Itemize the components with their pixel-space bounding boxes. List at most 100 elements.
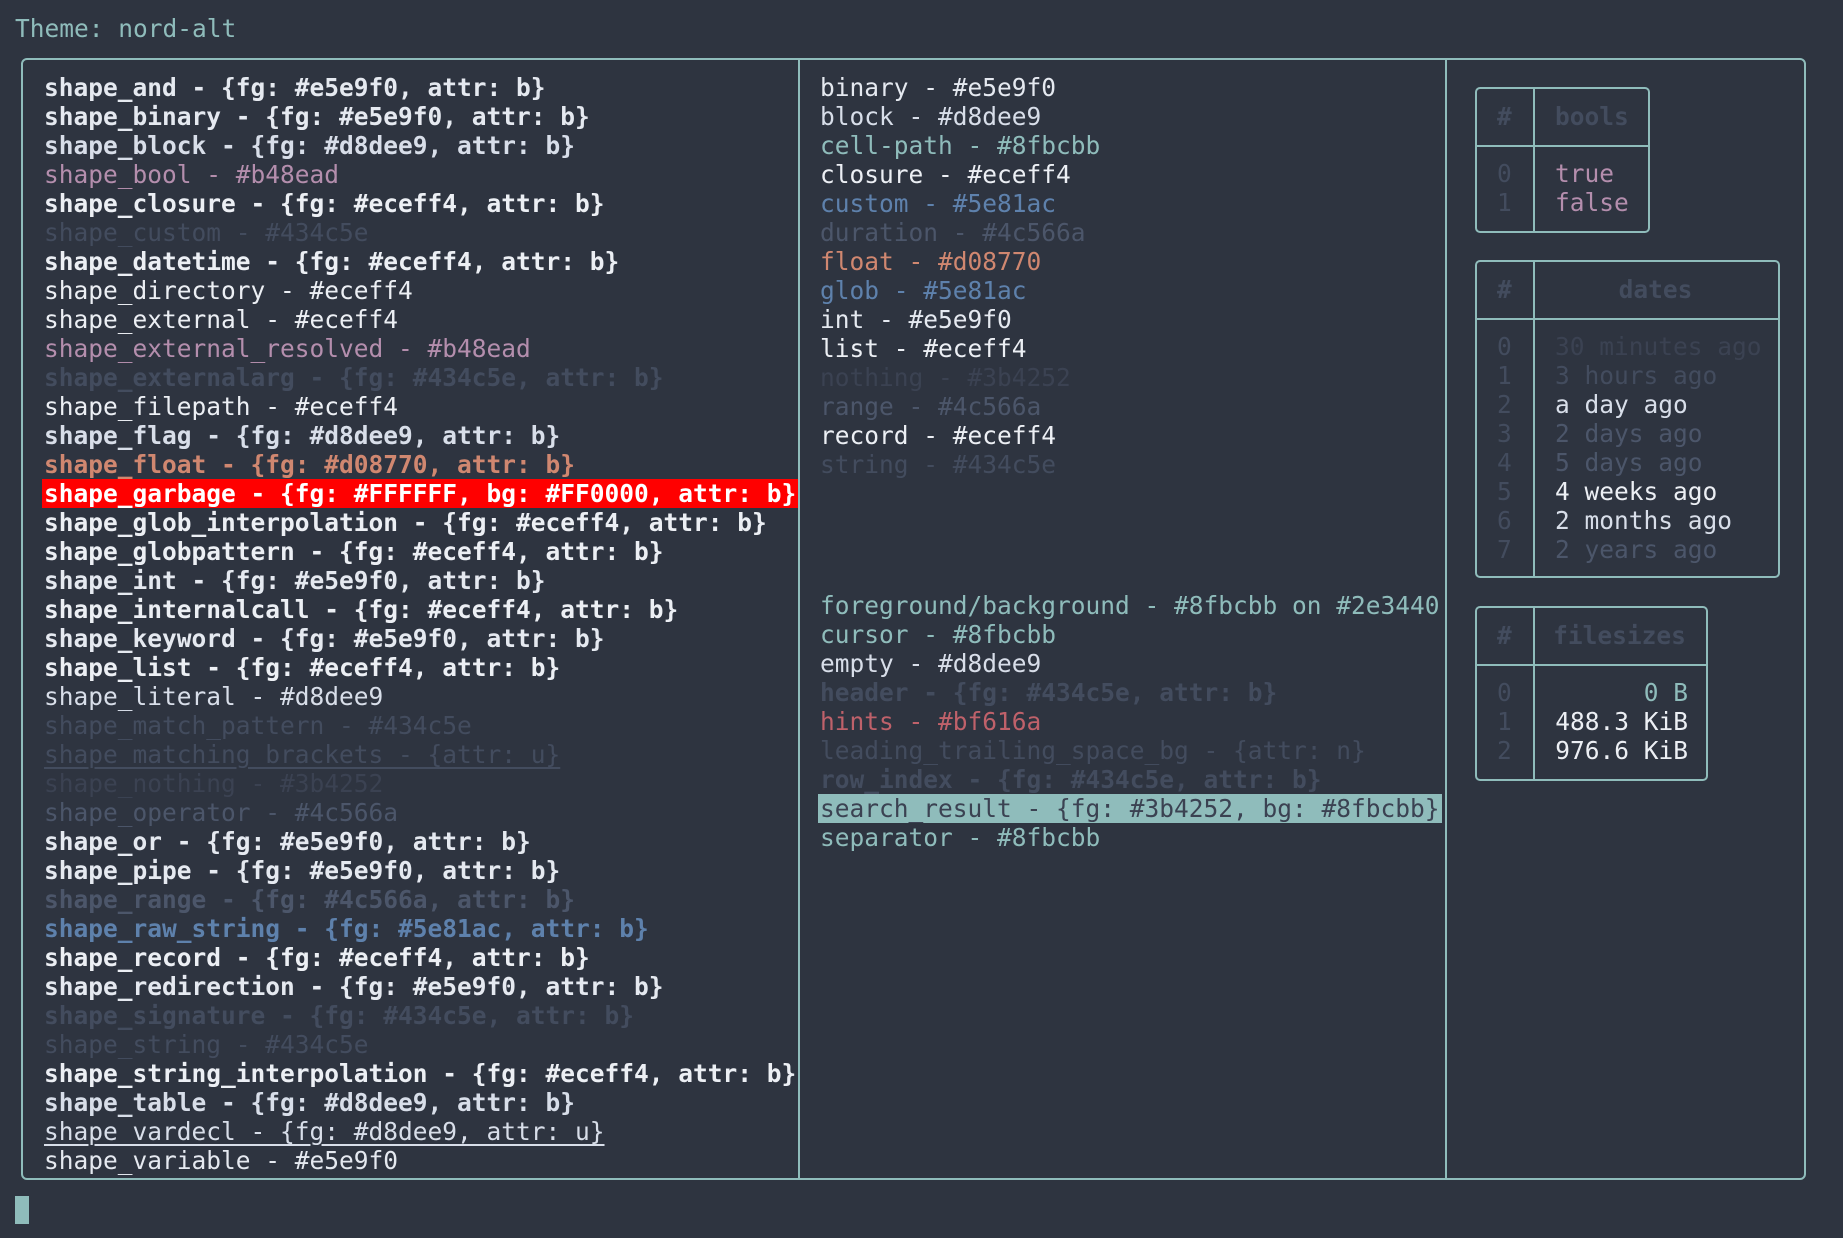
shape-style-item: shape_list - {fg: #eceff4, attr: b} [44,653,798,682]
type-color-item-text: record - #eceff4 [820,421,1057,450]
dates-row-index: 4 [1497,448,1512,477]
ui-color-item-text: foreground/background - #8fbcbb on #2e34… [820,591,1440,620]
shape-style-item: shape_string - #434c5e [44,1030,798,1059]
shape-style-item-text: shape_block - {fg: #d8dee9, attr: b} [44,131,576,160]
shape-style-item: shape_variable - #e5e9f0 [44,1146,798,1175]
ui-colors-list: foreground/background - #8fbcbb on #2e34… [818,591,1442,852]
shape-style-item: shape_closure - {fg: #eceff4, attr: b} [44,189,798,218]
shape-style-item: shape_keyword - {fg: #e5e9f0, attr: b} [44,624,798,653]
shape-style-item: shape_raw_string - {fg: #5e81ac, attr: b… [44,914,798,943]
type-color-item: float - #d08770 [820,247,1100,276]
ui-color-item-text: row_index - {fg: #434c5e, attr: b} [820,765,1322,794]
ui-color-item-text: separator - #8fbcbb [820,823,1101,852]
shape-style-item: shape_external_resolved - #b48ead [44,334,798,363]
bools-row-index: 1 [1497,188,1512,217]
shape-style-item: shape_string_interpolation - {fg: #eceff… [44,1059,798,1088]
filesizes-table: # filesizes 0 0 B 1 488.3 KiB 2 976.6 KiB [1475,606,1708,781]
shape-style-item-text: shape_table - {fg: #d8dee9, attr: b} [44,1088,576,1117]
shape-style-item: shape_operator - #4c566a [44,798,798,827]
ui-color-item: row_index - {fg: #434c5e, attr: b} [820,765,1442,794]
ui-color-item: hints - #bf616a [820,707,1442,736]
shape-style-item-text: shape_and - {fg: #e5e9f0, attr: b} [44,73,546,102]
dates-table: # dates 0 30 minutes ago 1 3 hours ago 2 a da… [1475,260,1780,578]
bools-row-value: false [1555,188,1629,217]
shape-style-item: shape_custom - #434c5e [44,218,798,247]
ui-color-item: foreground/background - #8fbcbb on #2e34… [820,591,1442,620]
dates-row-value: 2 years ago [1555,535,1718,564]
filesizes-row-value: 976.6 KiB [1555,736,1688,765]
shape-style-item: shape_pipe - {fg: #e5e9f0, attr: b} [44,856,798,885]
shape-style-item: shape_flag - {fg: #d8dee9, attr: b} [44,421,798,450]
shape-style-item-text: shape_vardecl - {fg: #d8dee9, attr: u} [44,1117,605,1146]
ui-color-item: cursor - #8fbcbb [820,620,1442,649]
type-color-item-text: int - #e5e9f0 [820,305,1012,334]
shape-style-item-text: shape_flag - {fg: #d8dee9, attr: b} [44,421,561,450]
shape-style-item: shape_match_pattern - #434c5e [44,711,798,740]
dates-row-value: 5 days ago [1555,448,1703,477]
terminal-cursor[interactable] [15,1196,29,1224]
shape-style-item: shape_externalarg - {fg: #434c5e, attr: … [44,363,798,392]
bools-table: # bools 0 true 1 false [1475,87,1650,233]
type-color-item-text: float - #d08770 [820,247,1042,276]
type-color-item: int - #e5e9f0 [820,305,1100,334]
dates-row-index: 2 [1497,390,1512,419]
shape-style-item-text: shape_operator - #4c566a [44,798,399,827]
shape-style-item: shape_record - {fg: #eceff4, attr: b} [44,943,798,972]
shape-style-item-text: shape_directory - #eceff4 [44,276,413,305]
filesizes-row-value: 0 B [1569,678,1688,707]
dates-row-value: 3 hours ago [1555,361,1718,390]
type-color-item-text: glob - #5e81ac [820,276,1027,305]
dates-row-index: 6 [1497,506,1512,535]
type-color-item-text: list - #eceff4 [820,334,1027,363]
shape-style-item-text: shape_matching_brackets - {attr: u} [44,740,561,769]
ui-color-item: leading_trailing_space_bg - {attr: n} [820,736,1442,765]
shape-style-item-text: shape_custom - #434c5e [44,218,369,247]
shape-style-item-text: shape_or - {fg: #e5e9f0, attr: b} [44,827,531,856]
shape-style-item: shape_range - {fg: #4c566a, attr: b} [44,885,798,914]
shape-style-item-text: shape_literal - #d8dee9 [44,682,384,711]
shape-style-item-text: shape_variable - #e5e9f0 [44,1146,399,1175]
shape-style-item-text: shape_closure - {fg: #eceff4, attr: b} [44,189,605,218]
type-color-item: duration - #4c566a [820,218,1100,247]
ui-color-item-text: cursor - #8fbcbb [820,620,1057,649]
shape-style-item: shape_or - {fg: #e5e9f0, attr: b} [44,827,798,856]
shape-style-item: shape_garbage - {fg: #FFFFFF, bg: #FF000… [42,479,799,508]
dates-row-value: 30 minutes ago [1555,332,1762,361]
ui-color-item-text: leading_trailing_space_bg - {attr: n} [820,736,1366,765]
type-color-item-text: range - #4c566a [820,392,1042,421]
shape-style-item-text: shape_float - {fg: #d08770, attr: b} [44,450,576,479]
shape-style-item-text: shape_string - #434c5e [44,1030,369,1059]
shape-style-item: shape_matching_brackets - {attr: u} [44,740,798,769]
ui-color-item-text: empty - #d8dee9 [820,649,1042,678]
type-color-item-text: string - #434c5e [820,450,1057,479]
dates-index-header: # [1497,275,1512,304]
shape-style-item-text: shape_list - {fg: #eceff4, attr: b} [44,653,561,682]
shape-style-item-text: shape_match_pattern - #434c5e [44,711,472,740]
bools-index-header: # [1497,102,1512,131]
column-separator-1 [798,58,800,1180]
type-color-item-text: duration - #4c566a [820,218,1086,247]
shape-style-item-text: shape_signature - {fg: #434c5e, attr: b} [44,1001,635,1030]
shape-style-item: shape_vardecl - {fg: #d8dee9, attr: u} [44,1117,798,1146]
dates-row-value: 4 weeks ago [1555,477,1718,506]
type-color-item-text: closure - #eceff4 [820,160,1071,189]
dates-row-index: 0 [1497,332,1512,361]
dates-row-value: a day ago [1555,390,1688,419]
shape-style-item-text: shape_bool - #b48ead [44,160,340,189]
shape-style-item: shape_datetime - {fg: #eceff4, attr: b} [44,247,798,276]
filesizes-row-index: 1 [1497,707,1512,736]
bools-row-value: true [1555,159,1615,188]
shape-style-item-text: shape_globpattern - {fg: #eceff4, attr: … [44,537,664,566]
type-color-item: custom - #5e81ac [820,189,1100,218]
shape-style-item-text: shape_external_resolved - #b48ead [44,334,531,363]
type-color-item: range - #4c566a [820,392,1100,421]
column-separator-2 [1445,58,1447,1180]
shape-style-item-text: shape_pipe - {fg: #e5e9f0, attr: b} [44,856,561,885]
shape-style-item-text: shape_range - {fg: #4c566a, attr: b} [44,885,576,914]
shape-style-item: shape_and - {fg: #e5e9f0, attr: b} [44,73,798,102]
shape-style-item-text: shape_garbage - {fg: #FFFFFF, bg: #FF000… [42,479,799,508]
shape-style-item: shape_block - {fg: #d8dee9, attr: b} [44,131,798,160]
shape-style-item: shape_float - {fg: #d08770, attr: b} [44,450,798,479]
shape-style-item: shape_binary - {fg: #e5e9f0, attr: b} [44,102,798,131]
ui-color-item-text: search_result - {fg: #3b4252, bg: #8fbcb… [818,794,1442,823]
